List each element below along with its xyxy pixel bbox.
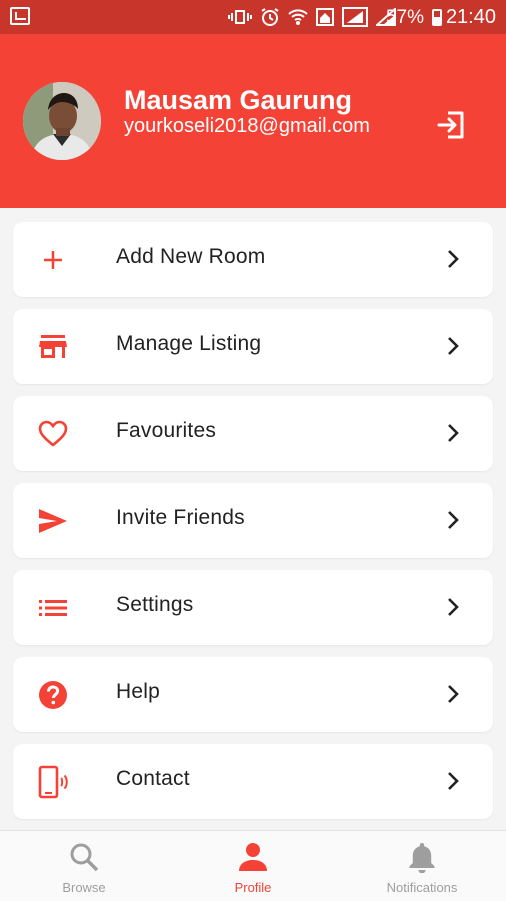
nav-profile[interactable]: Profile [169,831,337,901]
profile-header: Mausam Gaurung yourkoseli2018@gmail.com [0,34,506,208]
nav-label: Notifications [386,880,458,895]
signal-icon [342,7,368,27]
chevron-right-icon [448,337,459,355]
mute-vibrate-icon [228,10,252,24]
menu-item-help[interactable]: Help [13,657,493,732]
menu-item-label: Contact [116,767,190,790]
chevron-right-icon [448,424,459,442]
menu-item-favourites[interactable]: Favourites [13,396,493,471]
user-email: yourkoseli2018@gmail.com [124,115,370,137]
list-icon [37,592,69,624]
status-bar: 57% 21:40 [0,0,506,34]
battery-percentage: 57% [385,7,424,28]
user-name: Mausam Gaurung [124,85,353,115]
chevron-right-icon [448,250,459,268]
person-icon [237,841,269,873]
avatar[interactable] [23,82,101,160]
chevron-right-icon [448,511,459,529]
profile-menu: Add New Room Manage Listing Favourites I… [13,222,493,831]
nav-label: Browse [62,880,106,895]
chevron-right-icon [448,772,459,790]
search-icon [68,841,100,873]
alarm-icon [261,8,279,26]
gallery-notification-icon [10,7,30,25]
phone-ring-icon [37,765,69,799]
chevron-right-icon [448,685,459,703]
plus-icon [37,244,69,276]
bottom-navigation: Browse Profile Notifications [0,830,506,901]
wifi-icon [288,9,308,25]
nav-notifications[interactable]: Notifications [338,831,506,901]
menu-item-invite-friends[interactable]: Invite Friends [13,483,493,558]
home-network-icon [316,8,334,26]
menu-item-label: Manage Listing [116,332,262,355]
store-icon [37,331,69,363]
menu-item-manage-listing[interactable]: Manage Listing [13,309,493,384]
menu-item-settings[interactable]: Settings [13,570,493,645]
send-icon [37,505,69,537]
menu-item-add-new-room[interactable]: Add New Room [13,222,493,297]
chevron-right-icon [448,598,459,616]
battery-icon [432,9,442,26]
bell-icon [406,841,438,873]
nav-browse[interactable]: Browse [0,831,168,901]
heart-icon [37,418,69,450]
menu-item-label: Add New Room [116,245,266,268]
menu-item-label: Settings [116,593,194,616]
clock: 21:40 [445,6,496,28]
nav-label: Profile [234,880,272,895]
menu-item-label: Favourites [116,419,217,442]
menu-item-label: Invite Friends [116,506,245,529]
help-icon [37,679,69,711]
menu-item-label: Help [116,680,160,703]
menu-item-contact[interactable]: Contact [13,744,493,819]
logout-icon[interactable] [434,108,468,142]
